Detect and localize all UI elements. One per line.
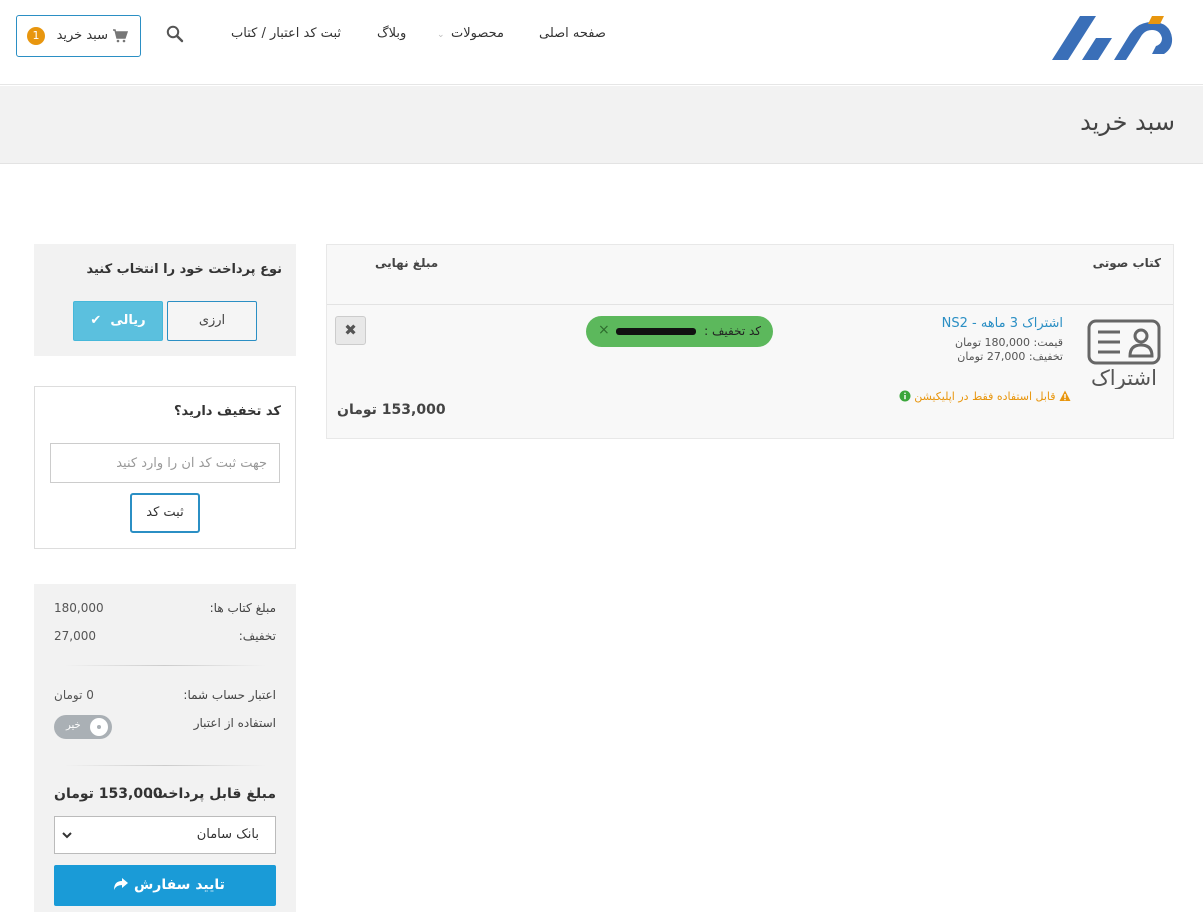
applied-discount-code: کد تخفیف : ×	[586, 316, 773, 347]
warning-icon	[1059, 390, 1071, 401]
cart-count-badge: 1	[27, 27, 45, 45]
app-only-warning: قابل استفاده فقط در اپلیکیشن	[899, 390, 1071, 403]
payable-label: مبلغ قابل پرداخت:	[147, 786, 276, 802]
cart-button[interactable]: 1 سبد خرید	[16, 15, 141, 57]
discount-label: تخفیف:	[238, 629, 276, 643]
remove-discount-icon[interactable]: ×	[598, 322, 610, 338]
cart-table: کتاب صوتی مبلغ نهایی اشتراک اشتراک 3 ماه…	[326, 244, 1174, 439]
header-product: کتاب صوتی	[1092, 256, 1161, 270]
credit-label: اعتبار حساب شما:	[183, 688, 276, 702]
use-credit-label: استفاده از اعتبار	[193, 716, 276, 730]
logo[interactable]	[1052, 14, 1178, 62]
use-credit-toggle[interactable]: خیر	[54, 715, 112, 739]
books-amount: 180,000	[54, 601, 104, 615]
discount-code-label: کد تخفیف :	[704, 324, 761, 338]
coupon-input[interactable]	[50, 443, 280, 483]
subscription-icon: اشتراک	[1087, 319, 1161, 389]
confirm-order-button[interactable]: تایید سفارش	[54, 865, 276, 906]
header-final-amount: مبلغ نهایی	[375, 256, 439, 270]
product-title-link[interactable]: اشتراک 3 ماهه - NS2	[942, 316, 1063, 331]
payment-type-title: نوع پرداخت خود را انتخاب کنید	[86, 262, 282, 277]
cart-label: سبد خرید	[56, 28, 108, 43]
payment-type-box: نوع پرداخت خود را انتخاب کنید ریالی ✔ ار…	[34, 244, 296, 356]
nav-register-code[interactable]: ثبت کد اعتبار / کتاب	[231, 26, 341, 41]
rial-payment-button[interactable]: ریالی ✔	[73, 301, 163, 341]
credit-amount: 0 تومان	[54, 688, 94, 702]
chevron-down-icon	[62, 832, 72, 839]
books-amount-label: مبلغ کتاب ها:	[209, 601, 276, 615]
remove-item-button[interactable]: ✖	[335, 316, 366, 345]
subscription-image-text: اشتراک	[1091, 366, 1157, 389]
divider	[64, 765, 266, 766]
use-credit-toggle-text: خیر	[66, 720, 81, 731]
coupon-box: کد تخفیف دارید؟ ثبت کد	[34, 386, 296, 549]
app-only-warning-text: قابل استفاده فقط در اپلیکیشن	[914, 390, 1056, 403]
search-icon[interactable]	[166, 25, 184, 43]
table-header: کتاب صوتی مبلغ نهایی	[327, 245, 1173, 305]
payable-amount: 153,000 تومان	[54, 786, 163, 802]
order-summary: مبلغ کتاب ها: 180,000 تخفیف: 27,000 اعتب…	[34, 584, 296, 912]
arzi-label: ارزی	[198, 313, 226, 328]
coupon-title: کد تخفیف دارید؟	[173, 404, 281, 419]
product-discount: تخفیف: 27,000 تومان	[957, 350, 1063, 363]
nav-products[interactable]: محصولات	[451, 26, 504, 41]
nav-home[interactable]: صفحه اصلی	[539, 26, 606, 41]
chevron-down-icon: ⌄	[437, 30, 445, 40]
arzi-payment-button[interactable]: ارزی	[167, 301, 257, 341]
product-price: قیمت: 180,000 تومان	[954, 336, 1063, 349]
page-title-band: سبد خرید	[0, 86, 1203, 164]
toggle-knob	[90, 718, 108, 736]
item-final-price: 153,000 تومان	[337, 402, 446, 418]
redacted-code	[616, 328, 696, 335]
rial-label: ریالی	[110, 313, 146, 328]
nav-blog[interactable]: وبلاگ	[377, 26, 406, 41]
check-icon: ✔	[90, 313, 106, 328]
cart-icon	[113, 29, 128, 43]
coupon-submit-button[interactable]: ثبت کد	[130, 493, 200, 533]
confirm-order-label: تایید سفارش	[133, 877, 225, 893]
info-icon[interactable]	[899, 390, 911, 402]
divider	[64, 665, 266, 666]
page-title: سبد خرید	[1080, 108, 1175, 136]
bank-select[interactable]: بانک سامان	[54, 816, 276, 854]
bank-select-value: بانک سامان	[196, 827, 259, 842]
share-arrow-icon	[114, 878, 129, 890]
site-header: صفحه اصلی محصولات ⌄ وبلاگ ثبت کد اعتبار …	[0, 0, 1203, 85]
discount-amount: 27,000	[54, 629, 96, 643]
